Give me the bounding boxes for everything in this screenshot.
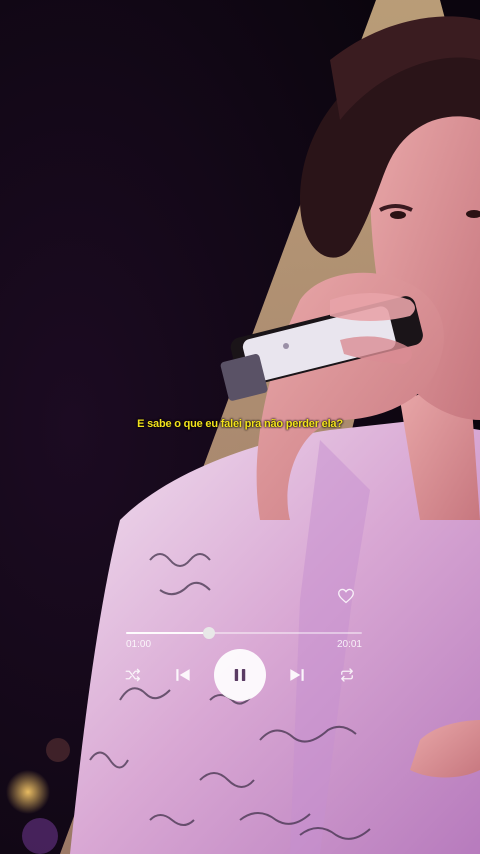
- heart-outline-icon: [338, 588, 354, 604]
- skip-previous-icon: [176, 669, 190, 681]
- progress-thumb[interactable]: [202, 627, 215, 639]
- repeat-icon: [341, 668, 353, 682]
- progress-slider[interactable]: [126, 627, 362, 639]
- shuffle-button[interactable]: [122, 664, 144, 686]
- elapsed-time: 01:00: [126, 639, 152, 650]
- skip-next-icon: [290, 669, 304, 681]
- previous-button[interactable]: [172, 664, 194, 686]
- like-button[interactable]: [336, 586, 356, 606]
- repeat-button[interactable]: [336, 664, 358, 686]
- total-duration: 20:01: [336, 639, 362, 650]
- progress-fill: [126, 632, 209, 634]
- pause-button[interactable]: [214, 649, 266, 701]
- pause-icon: [234, 669, 246, 681]
- next-button[interactable]: [286, 664, 308, 686]
- shuffle-icon: [125, 668, 141, 682]
- lyric-subtitle: E sabe o que eu falei pra não perder ela…: [137, 418, 343, 430]
